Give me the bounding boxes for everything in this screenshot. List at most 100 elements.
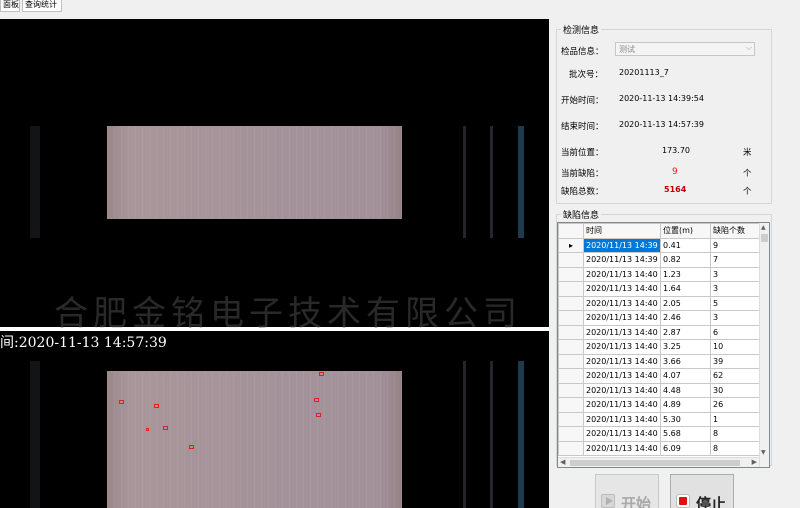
cell-count[interactable]: 3 — [710, 310, 761, 326]
cell-time[interactable]: 2020/11/13 14:40 — [583, 440, 661, 456]
cell-count[interactable]: 30 — [710, 382, 761, 398]
cell-count[interactable]: 9 — [710, 237, 761, 253]
cell-count[interactable]: 8 — [710, 426, 761, 442]
defect-marker[interactable] — [163, 426, 168, 430]
row-header[interactable] — [558, 368, 584, 384]
table-row[interactable]: 2020/11/13 14:40 1.64 3 — [558, 281, 761, 297]
cell-count[interactable]: 39 — [710, 353, 761, 369]
cell-count[interactable]: 62 — [710, 368, 761, 384]
row-header[interactable] — [558, 252, 584, 268]
cell-position[interactable]: 4.89 — [660, 397, 711, 413]
cell-time[interactable]: 2020/11/13 14:40 — [583, 266, 661, 282]
row-header[interactable] — [558, 281, 584, 297]
defect-table[interactable]: 时间 位置(m) 缺陷个数 ▸ 2020/11/13 14:39 0.41 9 2020… — [557, 222, 770, 468]
table-row[interactable]: 2020/11/13 14:40 1.23 3 — [558, 266, 761, 282]
cell-count[interactable]: 10 — [710, 339, 761, 355]
row-header[interactable] — [558, 440, 584, 456]
cell-count[interactable]: 7 — [710, 252, 761, 268]
cell-time[interactable]: 2020/11/13 14:40 — [583, 426, 661, 442]
scroll-thumb[interactable] — [570, 460, 740, 466]
cell-position[interactable]: 4.07 — [660, 368, 711, 384]
cell-position[interactable]: 5.30 — [660, 411, 711, 427]
cell-time[interactable]: 2020/11/13 14:40 — [583, 295, 661, 311]
cell-time[interactable]: 2020/11/13 14:40 — [583, 411, 661, 427]
cell-position[interactable]: 0.82 — [660, 252, 711, 268]
table-row[interactable]: 2020/11/13 14:40 4.89 26 — [558, 397, 761, 413]
cell-count[interactable]: 1 — [710, 411, 761, 427]
tab-query-statistics[interactable]: 查询统计 — [22, 0, 62, 12]
table-row[interactable]: ▸ 2020/11/13 14:39 0.41 9 — [558, 237, 761, 253]
row-header[interactable] — [558, 339, 584, 355]
table-row[interactable]: 2020/11/13 14:40 3.25 10 — [558, 339, 761, 355]
table-row[interactable]: 2020/11/13 14:40 5.68 8 — [558, 426, 761, 442]
cell-count[interactable]: 5 — [710, 295, 761, 311]
cell-position[interactable]: 2.46 — [660, 310, 711, 326]
defect-marker[interactable] — [146, 428, 149, 431]
table-row[interactable]: 2020/11/13 14:39 0.82 7 — [558, 252, 761, 268]
cell-position[interactable]: 4.48 — [660, 382, 711, 398]
row-header[interactable] — [558, 324, 584, 340]
stop-button[interactable]: 停止 — [670, 474, 734, 508]
cell-position[interactable]: 0.41 — [660, 237, 711, 253]
cell-count[interactable]: 8 — [710, 440, 761, 456]
column-header-time[interactable]: 时间 — [583, 223, 661, 239]
table-row[interactable]: 2020/11/13 14:40 5.30 1 — [558, 411, 761, 427]
row-header[interactable] — [558, 397, 584, 413]
table-row[interactable]: 2020/11/13 14:40 2.87 6 — [558, 324, 761, 340]
defect-marker[interactable] — [319, 372, 324, 376]
cell-position[interactable]: 1.23 — [660, 266, 711, 282]
cell-position[interactable]: 2.87 — [660, 324, 711, 340]
row-header[interactable] — [558, 411, 584, 427]
cell-position[interactable]: 1.64 — [660, 281, 711, 297]
row-header[interactable] — [558, 426, 584, 442]
defect-marker[interactable] — [316, 413, 321, 417]
cell-count[interactable]: 6 — [710, 324, 761, 340]
tab-panel[interactable]: 面板 — [0, 0, 20, 12]
row-header[interactable] — [558, 310, 584, 326]
cell-time[interactable]: 2020/11/13 14:40 — [583, 368, 661, 384]
cell-position[interactable]: 2.05 — [660, 295, 711, 311]
scroll-right-icon[interactable]: ▶ — [752, 458, 757, 466]
cell-time[interactable]: 2020/11/13 14:40 — [583, 397, 661, 413]
scroll-thumb[interactable] — [761, 234, 768, 242]
table-row[interactable]: 2020/11/13 14:40 4.07 62 — [558, 368, 761, 384]
table-row[interactable]: 2020/11/13 14:40 3.66 39 — [558, 353, 761, 369]
row-header[interactable] — [558, 382, 584, 398]
defect-marker[interactable] — [154, 404, 159, 408]
table-row[interactable]: 2020/11/13 14:40 6.09 8 — [558, 440, 761, 456]
row-header[interactable] — [558, 353, 584, 369]
column-header-position[interactable]: 位置(m) — [660, 223, 711, 239]
cell-time[interactable]: 2020/11/13 14:40 — [583, 310, 661, 326]
cell-time[interactable]: 2020/11/13 14:40 — [583, 324, 661, 340]
scroll-left-icon[interactable]: ◀ — [560, 458, 565, 466]
defect-marker[interactable] — [189, 445, 194, 449]
cell-time[interactable]: 2020/11/13 14:40 — [583, 353, 661, 369]
start-button[interactable]: 开始 — [595, 474, 659, 508]
scroll-up-icon[interactable]: ▲ — [761, 224, 766, 231]
cell-position[interactable]: 6.09 — [660, 440, 711, 456]
cell-time[interactable]: 2020/11/13 14:40 — [583, 339, 661, 355]
chevron-down-icon[interactable]: ⌵ — [746, 43, 752, 53]
cell-count[interactable]: 3 — [710, 281, 761, 297]
cell-time[interactable]: 2020/11/13 14:39 — [583, 237, 661, 253]
cell-position[interactable]: 5.68 — [660, 426, 711, 442]
cell-count[interactable]: 26 — [710, 397, 761, 413]
table-row[interactable]: 2020/11/13 14:40 2.46 3 — [558, 310, 761, 326]
cell-time[interactable]: 2020/11/13 14:40 — [583, 281, 661, 297]
cell-position[interactable]: 3.66 — [660, 353, 711, 369]
row-header[interactable] — [558, 295, 584, 311]
cell-time[interactable]: 2020/11/13 14:39 — [583, 252, 661, 268]
defect-marker[interactable] — [119, 400, 124, 404]
cell-position[interactable]: 3.25 — [660, 339, 711, 355]
cell-count[interactable]: 3 — [710, 266, 761, 282]
vertical-scrollbar[interactable]: ▲ ▼ — [759, 223, 769, 467]
table-row[interactable]: 2020/11/13 14:40 2.05 5 — [558, 295, 761, 311]
horizontal-scrollbar[interactable]: ◀ ▶ — [558, 457, 759, 467]
scroll-down-icon[interactable]: ▼ — [761, 449, 766, 456]
column-header-count[interactable]: 缺陷个数 — [710, 223, 761, 239]
defect-marker[interactable] — [314, 398, 319, 402]
cell-time[interactable]: 2020/11/13 14:40 — [583, 382, 661, 398]
table-row[interactable]: 2020/11/13 14:40 4.48 30 — [558, 382, 761, 398]
product-select[interactable]: 测试 ⌵ — [615, 42, 755, 56]
row-header[interactable] — [558, 266, 584, 282]
